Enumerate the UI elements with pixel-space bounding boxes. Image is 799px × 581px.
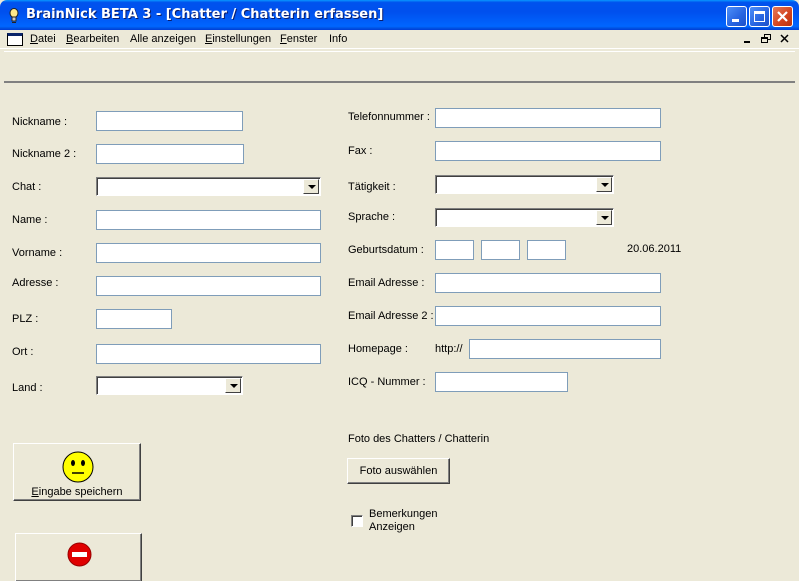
window-title: BrainNick BETA 3 - [Chatter / Chatterin …	[26, 7, 384, 22]
geburtsdatum-label: Geburtsdatum :	[348, 244, 424, 256]
menu-fenster[interactable]: Fenster	[280, 33, 317, 45]
nickname-input[interactable]	[96, 111, 243, 131]
mdi-document-icon[interactable]	[7, 33, 23, 46]
close-button[interactable]	[772, 6, 793, 27]
save-button-label: Eingabe speichern	[31, 486, 123, 498]
vorname-input[interactable]	[96, 243, 321, 263]
sprache-select[interactable]	[435, 208, 614, 227]
fax-label: Fax :	[348, 145, 373, 157]
menu-info[interactable]: Info	[329, 33, 347, 45]
birth-month-input[interactable]	[481, 240, 520, 260]
fax-input[interactable]	[435, 141, 661, 161]
bemerkungen-label-line2: Anzeigen	[369, 521, 415, 533]
bemerkungen-label[interactable]: Bemerkungen Anzeigen	[369, 508, 449, 534]
mdi-close-icon[interactable]	[779, 33, 792, 45]
cancel-button[interactable]	[15, 533, 142, 581]
ort-label: Ort :	[12, 346, 34, 358]
menu-bar: Datei Bearbeiten Alle anzeigen Einstellu…	[0, 30, 799, 49]
menu-bearbeiten[interactable]: Bearbeiten	[66, 33, 119, 45]
birth-year-input[interactable]	[527, 240, 566, 260]
save-button[interactable]: Eingabe speichern	[13, 443, 141, 501]
homepage-prefix: http://	[435, 343, 463, 355]
chat-select[interactable]	[96, 177, 321, 196]
homepage-label: Homepage :	[348, 343, 408, 355]
plz-input[interactable]	[96, 309, 172, 329]
email2-label: Email Adresse 2 :	[348, 310, 434, 322]
nickname2-label: Nickname 2 :	[12, 148, 77, 160]
toolbar	[4, 51, 795, 83]
title-bar[interactable]: BrainNick BETA 3 - [Chatter / Chatterin …	[0, 0, 799, 30]
homepage-input[interactable]	[469, 339, 661, 359]
minimize-icon	[732, 19, 739, 22]
land-select[interactable]	[96, 376, 243, 395]
birth-day-input[interactable]	[435, 240, 474, 260]
chevron-down-icon[interactable]	[303, 179, 319, 194]
app-icon	[9, 8, 19, 23]
stop-icon	[67, 542, 92, 567]
menu-einstellungen[interactable]: Einstellungen	[205, 33, 271, 45]
plz-label: PLZ :	[12, 313, 39, 325]
adresse-label: Adresse :	[12, 277, 59, 289]
land-label: Land :	[12, 382, 43, 394]
email2-input[interactable]	[435, 306, 661, 326]
adresse-input[interactable]	[96, 276, 321, 296]
email-label: Email Adresse :	[348, 277, 425, 289]
current-date: 20.06.2011	[627, 243, 682, 255]
close-icon	[777, 11, 788, 22]
telefon-input[interactable]	[435, 108, 661, 128]
nickname-label: Nickname :	[12, 116, 68, 128]
icq-label: ICQ - Nummer :	[348, 376, 426, 388]
chevron-down-icon[interactable]	[596, 210, 612, 225]
ort-input[interactable]	[96, 344, 321, 364]
taetigkeit-label: Tätigkeit :	[348, 181, 396, 193]
maximize-icon	[754, 11, 765, 22]
chevron-down-icon[interactable]	[596, 177, 612, 192]
bemerkungen-label-line1: Bemerkungen	[369, 508, 438, 520]
name-input[interactable]	[96, 210, 321, 230]
nickname2-input[interactable]	[96, 144, 244, 164]
neutral-face-icon	[62, 451, 94, 483]
email-input[interactable]	[435, 273, 661, 293]
mdi-minimize-icon[interactable]	[741, 33, 754, 45]
foto-label: Foto des Chatters / Chatterin	[348, 433, 490, 445]
sprache-label: Sprache :	[348, 211, 396, 223]
minimize-button[interactable]	[726, 6, 747, 27]
maximize-button[interactable]	[749, 6, 770, 27]
icq-input[interactable]	[435, 372, 568, 392]
chat-label: Chat :	[12, 181, 42, 193]
name-label: Name :	[12, 214, 48, 226]
taetigkeit-select[interactable]	[435, 175, 614, 194]
vorname-label: Vorname :	[12, 247, 63, 259]
bemerkungen-checkbox[interactable]	[351, 515, 363, 527]
menu-alle-anzeigen[interactable]: Alle anzeigen	[130, 33, 196, 45]
mdi-restore-icon[interactable]	[760, 33, 773, 45]
menu-datei[interactable]: Datei	[30, 33, 56, 45]
chevron-down-icon[interactable]	[225, 378, 241, 393]
select-photo-button[interactable]: Foto auswählen	[347, 458, 450, 484]
telefon-label: Telefonnummer :	[348, 111, 430, 123]
